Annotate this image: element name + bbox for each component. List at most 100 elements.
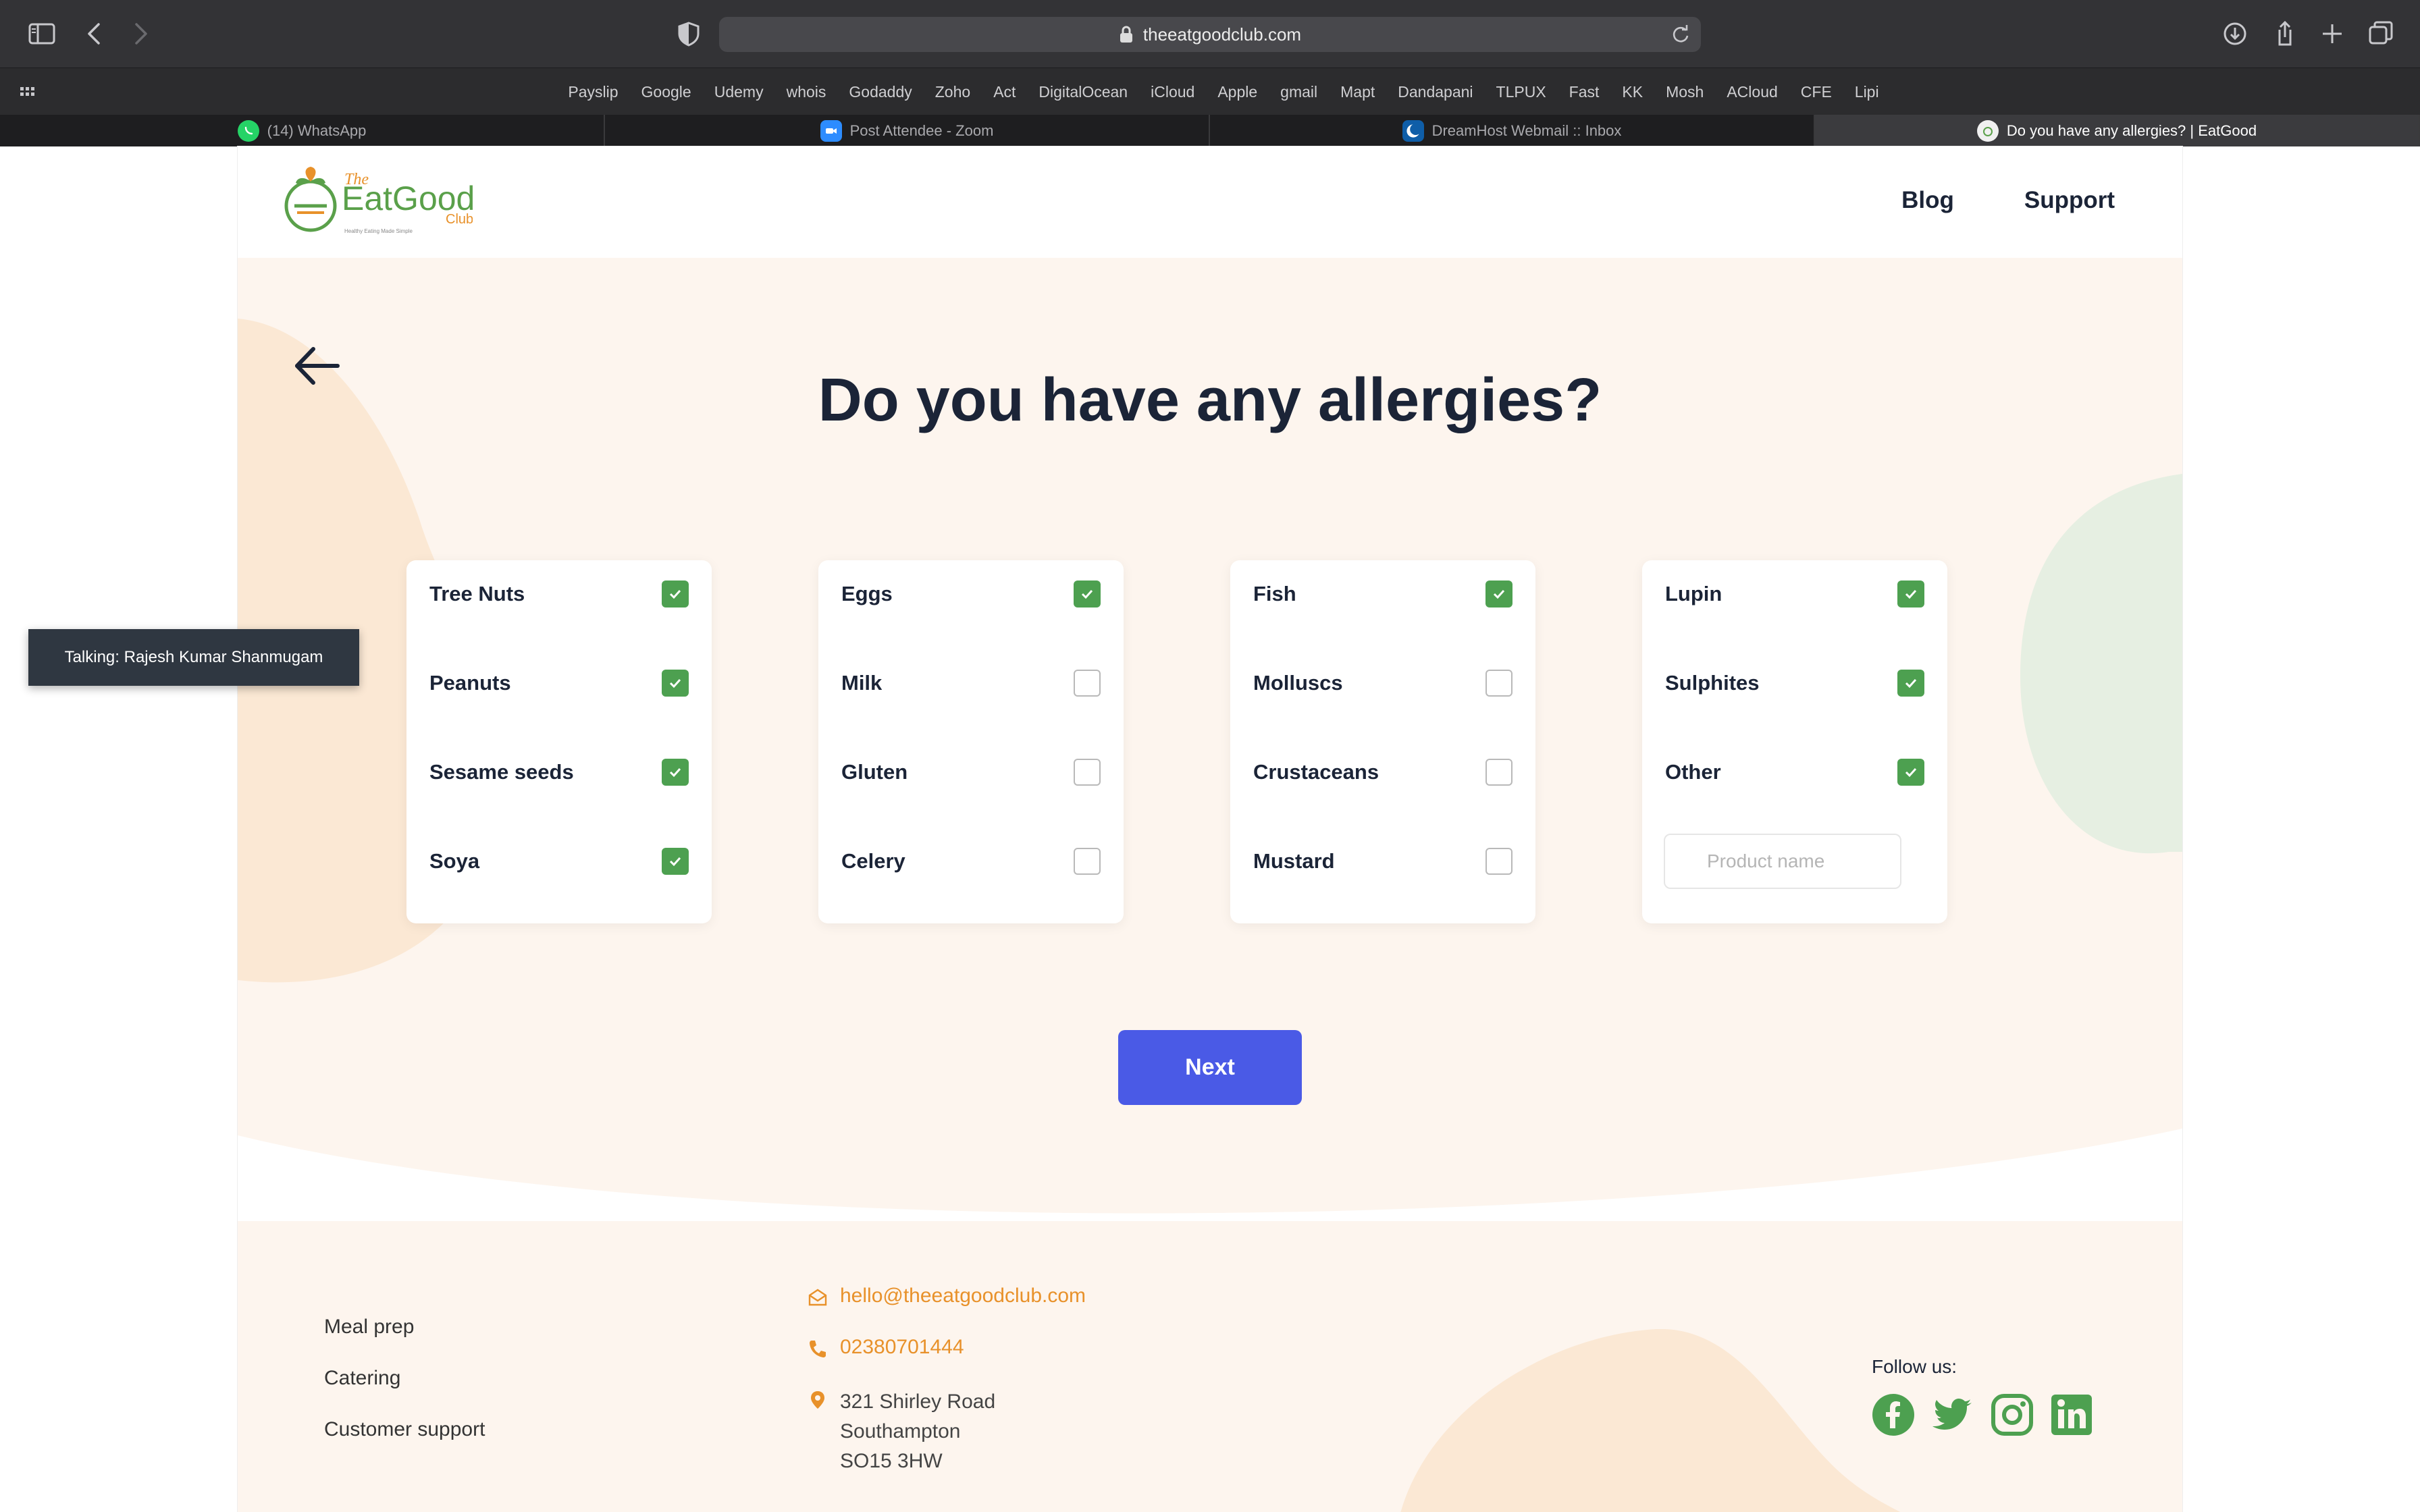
footer-email[interactable]: hello@theeatgoodclub.com bbox=[808, 1285, 1086, 1307]
bookmark-item[interactable]: Zoho bbox=[935, 83, 970, 101]
bookmark-item[interactable]: Fast bbox=[1569, 83, 1600, 101]
nav-support[interactable]: Support bbox=[2024, 187, 2115, 214]
share-button[interactable] bbox=[2265, 15, 2303, 53]
footer-address: 321 Shirley Road Southampton SO15 3HW bbox=[808, 1387, 995, 1476]
tab-dreamhost[interactable]: DreamHost Webmail :: Inbox bbox=[1210, 115, 1815, 146]
next-button[interactable]: Next bbox=[1118, 1030, 1302, 1105]
option-label: Other bbox=[1665, 760, 1721, 784]
checkbox-checked[interactable] bbox=[1897, 759, 1924, 786]
checkbox-unchecked[interactable] bbox=[1485, 848, 1512, 875]
sidebar-toggle-button[interactable] bbox=[23, 15, 61, 53]
address-bar[interactable]: theeatgoodclub.com bbox=[719, 17, 1701, 52]
bookmark-item[interactable]: CFE bbox=[1801, 83, 1832, 101]
tab-overview-icon bbox=[2369, 21, 2393, 45]
footer-link-meal-prep[interactable]: Meal prep bbox=[324, 1316, 414, 1339]
bookmark-item[interactable]: DigitalOcean bbox=[1038, 83, 1128, 101]
bookmark-item[interactable]: Godaddy bbox=[849, 83, 912, 101]
facebook-icon[interactable] bbox=[1872, 1393, 1915, 1436]
bookmark-item[interactable]: Act bbox=[993, 83, 1016, 101]
bookmark-item[interactable]: Udemy bbox=[714, 83, 764, 101]
footer-link-catering[interactable]: Catering bbox=[324, 1367, 400, 1390]
option-tree-nuts[interactable]: Tree Nuts bbox=[429, 574, 689, 614]
other-product-name-input[interactable] bbox=[1664, 834, 1901, 889]
new-tab-button[interactable] bbox=[2313, 15, 2351, 53]
eatgood-icon bbox=[1976, 119, 1999, 142]
option-molluscs[interactable]: Molluscs bbox=[1253, 663, 1512, 703]
bookmark-item[interactable]: Mapt bbox=[1340, 83, 1375, 101]
bookmark-item[interactable]: gmail bbox=[1280, 83, 1317, 101]
site-header: The EatGood Club Healthy Eating Made Sim… bbox=[238, 146, 2182, 258]
back-button[interactable] bbox=[76, 15, 113, 53]
tab-overview-button[interactable] bbox=[2362, 15, 2400, 53]
option-label: Tree Nuts bbox=[429, 582, 525, 605]
tab-zoom[interactable]: Post Attendee - Zoom bbox=[605, 115, 1210, 146]
checkbox-unchecked[interactable] bbox=[1485, 670, 1512, 697]
lock-icon bbox=[1120, 26, 1132, 43]
allergy-card-2: Eggs Milk Gluten Celery bbox=[818, 560, 1124, 923]
option-soya[interactable]: Soya bbox=[429, 841, 689, 882]
privacy-report-button[interactable] bbox=[670, 15, 708, 53]
reload-icon[interactable] bbox=[1670, 24, 1691, 45]
option-crustaceans[interactable]: Crustaceans bbox=[1253, 752, 1512, 792]
twitter-icon[interactable] bbox=[1931, 1393, 1974, 1436]
share-icon bbox=[2278, 20, 2292, 46]
option-other[interactable]: Other bbox=[1665, 752, 1924, 792]
svg-text:Healthy Eating Made Simple: Healthy Eating Made Simple bbox=[344, 228, 413, 234]
bookmark-item[interactable]: Dandapani bbox=[1398, 83, 1473, 101]
option-lupin[interactable]: Lupin bbox=[1665, 574, 1924, 614]
bookmark-item[interactable]: Mosh bbox=[1666, 83, 1704, 101]
checkbox-unchecked[interactable] bbox=[1074, 848, 1101, 875]
option-eggs[interactable]: Eggs bbox=[841, 574, 1101, 614]
instagram-icon[interactable] bbox=[1991, 1393, 2034, 1436]
checkbox-checked[interactable] bbox=[662, 670, 689, 697]
bookmark-item[interactable]: Lipi bbox=[1855, 83, 1879, 101]
dreamhost-icon bbox=[1402, 119, 1424, 142]
option-sesame-seeds[interactable]: Sesame seeds bbox=[429, 752, 689, 792]
downloads-button[interactable] bbox=[2216, 15, 2254, 53]
tab-whatsapp[interactable]: (14) WhatsApp bbox=[0, 115, 605, 146]
footer-phone[interactable]: 02380701444 bbox=[808, 1336, 964, 1359]
tab-bar: (14) WhatsApp Post Attendee - Zoom Dream… bbox=[0, 115, 2420, 146]
option-celery[interactable]: Celery bbox=[841, 841, 1101, 882]
checkbox-unchecked[interactable] bbox=[1074, 759, 1101, 786]
bookmark-item[interactable]: TLPUX bbox=[1496, 83, 1546, 101]
zoom-talking-indicator: Talking: Rajesh Kumar Shanmugam bbox=[28, 629, 359, 686]
linkedin-icon[interactable] bbox=[2050, 1393, 2093, 1436]
bookmark-item[interactable]: iCloud bbox=[1151, 83, 1194, 101]
checkbox-checked[interactable] bbox=[662, 759, 689, 786]
tab-label: Do you have any allergies? | EatGood bbox=[2006, 122, 2257, 139]
footer-link-customer-support[interactable]: Customer support bbox=[324, 1418, 485, 1441]
bookmark-item[interactable]: Payslip bbox=[568, 83, 618, 101]
option-fish[interactable]: Fish bbox=[1253, 574, 1512, 614]
allergy-card-3: Fish Molluscs Crustaceans Mustard bbox=[1230, 560, 1535, 923]
option-milk[interactable]: Milk bbox=[841, 663, 1101, 703]
checkbox-unchecked[interactable] bbox=[1074, 670, 1101, 697]
bookmark-item[interactable]: Google bbox=[641, 83, 691, 101]
option-mustard[interactable]: Mustard bbox=[1253, 841, 1512, 882]
option-sulphites[interactable]: Sulphites bbox=[1665, 663, 1924, 703]
forward-button[interactable] bbox=[122, 15, 159, 53]
checkbox-checked[interactable] bbox=[662, 580, 689, 608]
plus-icon bbox=[2323, 24, 2342, 43]
option-label: Soya bbox=[429, 849, 480, 873]
nav-blog[interactable]: Blog bbox=[1901, 187, 1954, 214]
checkbox-checked[interactable] bbox=[1485, 580, 1512, 608]
bookmark-item[interactable]: ACloud bbox=[1727, 83, 1777, 101]
eatgood-logo[interactable]: The EatGood Club Healthy Eating Made Sim… bbox=[284, 167, 473, 241]
address-line: 321 Shirley Road bbox=[840, 1390, 996, 1413]
tab-label: (14) WhatsApp bbox=[267, 122, 367, 139]
checkbox-checked[interactable] bbox=[1897, 670, 1924, 697]
checkbox-checked[interactable] bbox=[662, 848, 689, 875]
bookmark-item[interactable]: whois bbox=[787, 83, 826, 101]
checkbox-unchecked[interactable] bbox=[1485, 759, 1512, 786]
bookmark-item[interactable]: KK bbox=[1622, 83, 1643, 101]
bookmark-item[interactable]: Apple bbox=[1217, 83, 1257, 101]
browser-toolbar: theeatgoodclub.com bbox=[0, 0, 2420, 68]
tab-eatgood[interactable]: Do you have any allergies? | EatGood bbox=[1815, 115, 2420, 146]
option-peanuts[interactable]: Peanuts bbox=[429, 663, 689, 703]
option-gluten[interactable]: Gluten bbox=[841, 752, 1101, 792]
option-label: Fish bbox=[1253, 582, 1296, 605]
checkbox-checked[interactable] bbox=[1074, 580, 1101, 608]
checkbox-checked[interactable] bbox=[1897, 580, 1924, 608]
allergy-card-1: Tree Nuts Peanuts Sesame seeds Soya bbox=[406, 560, 712, 923]
